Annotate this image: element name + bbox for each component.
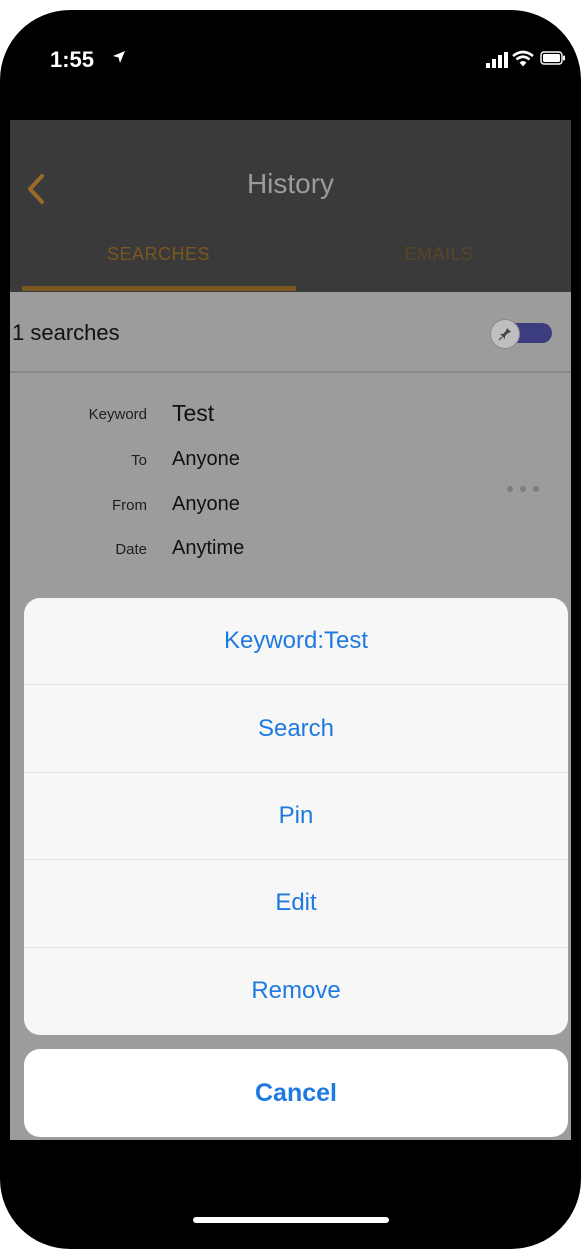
pin-toggle[interactable] <box>490 319 552 349</box>
pin-icon <box>498 328 511 341</box>
active-tab-indicator <box>22 286 296 291</box>
detail-label: From <box>112 497 147 514</box>
detail-value: Anyone <box>172 493 240 515</box>
more-horizontal-icon[interactable] <box>505 484 541 494</box>
detail-value: Test <box>172 400 215 426</box>
cellular-signal-icon <box>486 52 508 68</box>
status-time: 1:55 <box>50 47 95 72</box>
cancel-button[interactable]: Cancel <box>24 1049 568 1137</box>
action-sheet-title: Keyword:Test <box>24 598 568 686</box>
nav-header: History SEARCHES EMAILS <box>10 120 571 292</box>
detail-row-date: Date Anytime <box>10 529 571 569</box>
phone-frame: 1:55 History SEARCHES EMAILS 1 searches … <box>0 10 581 1249</box>
home-indicator[interactable] <box>193 1217 389 1223</box>
location-arrow-icon <box>113 51 125 63</box>
detail-row-to: To Anyone <box>10 440 571 480</box>
toggle-knob <box>490 319 520 349</box>
action-sheet: Keyword:Test Search Pin Edit Remove <box>24 598 568 1035</box>
detail-row-from: From Anyone <box>10 485 571 525</box>
search-action-button[interactable]: Search <box>24 685 568 773</box>
tab-searches[interactable]: SEARCHES <box>10 244 307 265</box>
remove-action-button[interactable]: Remove <box>24 948 568 1035</box>
detail-row-keyword: Keyword Test <box>10 394 571 434</box>
wifi-icon <box>512 50 534 67</box>
search-count: 1 searches <box>12 320 120 345</box>
app-screen: History SEARCHES EMAILS 1 searches Keywo… <box>10 120 571 1140</box>
battery-icon <box>540 51 565 65</box>
tab-emails[interactable]: EMAILS <box>307 244 571 265</box>
pin-action-button[interactable]: Pin <box>24 773 568 861</box>
status-bar: 1:55 <box>0 10 581 120</box>
detail-value: Anyone <box>172 448 240 470</box>
detail-label: Date <box>115 541 147 558</box>
list-header: 1 searches <box>10 292 571 373</box>
detail-label: Keyword <box>88 406 147 423</box>
detail-value: Anytime <box>172 537 245 559</box>
edit-action-button[interactable]: Edit <box>24 860 568 948</box>
detail-label: To <box>131 452 147 469</box>
page-title: History <box>246 168 335 199</box>
